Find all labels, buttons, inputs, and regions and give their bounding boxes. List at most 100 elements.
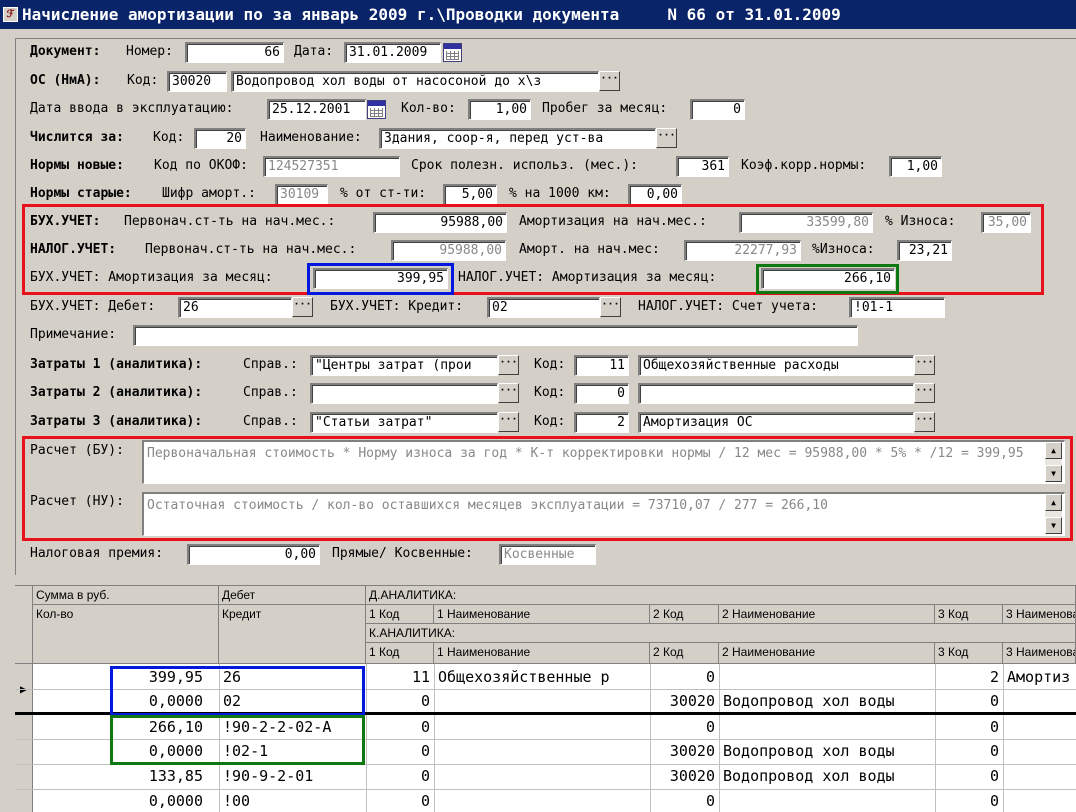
- header-d-name3[interactable]: 3 Наименован: [1003, 605, 1076, 624]
- header-k-analytics: К.АНАЛИТИКА:: [366, 624, 1076, 643]
- cost3-ref-field[interactable]: "Статьи затрат": [310, 412, 498, 433]
- header-d-code3[interactable]: 3 Код: [935, 605, 1003, 624]
- date-in-field[interactable]: 25.12.2001: [267, 99, 366, 120]
- row-name2: Водопровод хол воды: [723, 692, 895, 710]
- header-debit[interactable]: Дебет: [219, 586, 366, 605]
- header-d-code1[interactable]: 1 Код: [366, 605, 434, 624]
- cost3-label: Затраты 3 (аналитика):: [30, 414, 203, 429]
- tax-bonus-label: Налоговая премия:: [30, 546, 164, 561]
- header-d-name2[interactable]: 2 Наименование: [719, 605, 935, 624]
- coef-label: Коэф.корр.нормы:: [741, 158, 867, 173]
- okof-field[interactable]: 124527351: [263, 156, 400, 177]
- header-qty[interactable]: Кол-во: [33, 605, 219, 664]
- bu-month-highlight: [307, 263, 454, 295]
- bu-credit-lookup-button[interactable]: ···: [600, 297, 621, 317]
- cost2-ref-lookup-button[interactable]: ···: [498, 383, 519, 403]
- header-k-name2[interactable]: 2 Наименование: [719, 643, 935, 664]
- cost1-code-field[interactable]: 11: [574, 355, 629, 376]
- grid-bu-highlight: [110, 666, 365, 716]
- row-code3: 0: [989, 767, 999, 785]
- life-field[interactable]: 361: [676, 156, 729, 177]
- header-k-name1[interactable]: 1 Наименование: [434, 643, 650, 664]
- bu-debit-label: БУХ.УЧЕТ: Дебет:: [30, 299, 156, 314]
- listed-code-field[interactable]: 20: [194, 128, 246, 149]
- row-code2: 0: [705, 792, 715, 810]
- mileage-field[interactable]: 0: [690, 99, 745, 120]
- nu-account-field[interactable]: !01-1: [849, 297, 945, 318]
- row-name3: Амортиз: [1007, 668, 1071, 686]
- cost2-name-field[interactable]: [638, 383, 914, 404]
- okof-label: Код по ОКОФ:: [154, 158, 248, 173]
- cost1-label: Затраты 1 (аналитика):: [30, 357, 203, 372]
- row-code1: 11: [411, 668, 430, 686]
- header-k-code2[interactable]: 2 Код: [650, 643, 719, 664]
- bu-debit-field[interactable]: 26: [178, 297, 292, 318]
- cost1-name-field[interactable]: Общехозяйственные расходы: [638, 355, 914, 376]
- calc-highlight: [22, 436, 1073, 541]
- cost3-name-lookup-button[interactable]: ···: [914, 412, 935, 432]
- coef-field[interactable]: 1,00: [889, 156, 942, 177]
- postings-grid[interactable]: Сумма в руб. Кол-во Дебет Кредит Д.АНАЛИ…: [15, 585, 1076, 812]
- cost3-ref-lookup-button[interactable]: ···: [498, 412, 519, 432]
- row-name1: Общехозяйственные р: [438, 668, 610, 686]
- calendar-icon[interactable]: [367, 100, 386, 119]
- cost2-name-lookup-button[interactable]: ···: [914, 383, 935, 403]
- cost1-ref-field[interactable]: "Центры затрат (прои: [310, 355, 498, 376]
- cost3-code-field[interactable]: 2: [574, 412, 629, 433]
- os-label: ОС (НмА):: [30, 73, 101, 88]
- document-date-field[interactable]: 31.01.2009: [344, 42, 441, 63]
- cost2-ref-field[interactable]: [310, 383, 498, 404]
- cost1-ref-label: Справ.:: [243, 357, 298, 372]
- os-code-label: Код:: [127, 73, 159, 88]
- note-field[interactable]: [133, 325, 858, 346]
- header-k-name3[interactable]: 3 Наименован: [1003, 643, 1076, 664]
- life-label: Срок полезн. использ. (мес.):: [411, 158, 638, 173]
- tax-bonus-type-field[interactable]: Косвенные: [499, 544, 596, 565]
- listed-name-field[interactable]: Здания, соор-я, перед уст-ва: [379, 128, 656, 149]
- cipher-label: Шифр аморт.:: [162, 186, 256, 201]
- calendar-icon[interactable]: [443, 43, 462, 62]
- date-label: Дата:: [294, 44, 334, 59]
- cost2-label: Затраты 2 (аналитика):: [30, 385, 203, 400]
- row-name2: Водопровод хол воды: [723, 742, 895, 760]
- norms-old-label: Нормы старые:: [30, 186, 132, 201]
- header-k-code1[interactable]: 1 Код: [366, 643, 434, 664]
- listed-lookup-button[interactable]: ···: [656, 128, 677, 148]
- tax-bonus-field[interactable]: 0,00: [187, 544, 320, 565]
- row-code1: 0: [420, 767, 430, 785]
- nu-account-label: НАЛОГ.УЧЕТ: Счет учета:: [638, 299, 819, 314]
- row-code3: 0: [989, 718, 999, 736]
- pct-field[interactable]: 5,00: [443, 184, 497, 205]
- os-lookup-button[interactable]: ···: [599, 71, 620, 91]
- title-bar: ℱ Начисление амортизации по за январь 20…: [0, 0, 1076, 29]
- row-account: !90-9-2-01: [223, 767, 314, 785]
- header-d-name1[interactable]: 1 Наименование: [434, 605, 650, 624]
- bu-debit-lookup-button[interactable]: ···: [292, 297, 313, 317]
- row-code3: 0: [989, 692, 999, 710]
- row-code1: 0: [420, 692, 430, 710]
- os-code-field[interactable]: 30020: [167, 71, 227, 92]
- cost1-name-lookup-button[interactable]: ···: [914, 355, 935, 375]
- cipher-field[interactable]: 30109: [275, 184, 328, 205]
- row-amount: 0,0000: [148, 792, 203, 810]
- header-sum[interactable]: Сумма в руб.: [33, 586, 219, 605]
- document-number-field[interactable]: 66: [185, 42, 284, 63]
- header-k-code3[interactable]: 3 Код: [935, 643, 1003, 664]
- header-d-code2[interactable]: 2 Код: [650, 605, 719, 624]
- per1000-field[interactable]: 0,00: [628, 184, 682, 205]
- row-code1: 0: [420, 718, 430, 736]
- cost2-code-field[interactable]: 0: [574, 383, 629, 404]
- cost1-ref-lookup-button[interactable]: ···: [498, 355, 519, 375]
- cost3-ref-label: Справ.:: [243, 414, 298, 429]
- row-code3: 0: [989, 792, 999, 810]
- header-credit[interactable]: Кредит: [219, 605, 366, 664]
- bu-credit-field[interactable]: 02: [487, 297, 600, 318]
- date-in-label: Дата ввода в эксплуатацию:: [30, 101, 234, 116]
- os-name-field[interactable]: Водопровод хол воды от насосоной до х\з: [231, 71, 599, 92]
- cost2-code-label: Код:: [534, 385, 566, 400]
- app-icon[interactable]: ℱ: [3, 7, 18, 22]
- cost3-name-field[interactable]: Амортизация ОС: [638, 412, 914, 433]
- row-amount: 133,85: [148, 767, 203, 785]
- qty-field[interactable]: 1,00: [468, 99, 531, 120]
- grid-nu-highlight: [110, 715, 365, 765]
